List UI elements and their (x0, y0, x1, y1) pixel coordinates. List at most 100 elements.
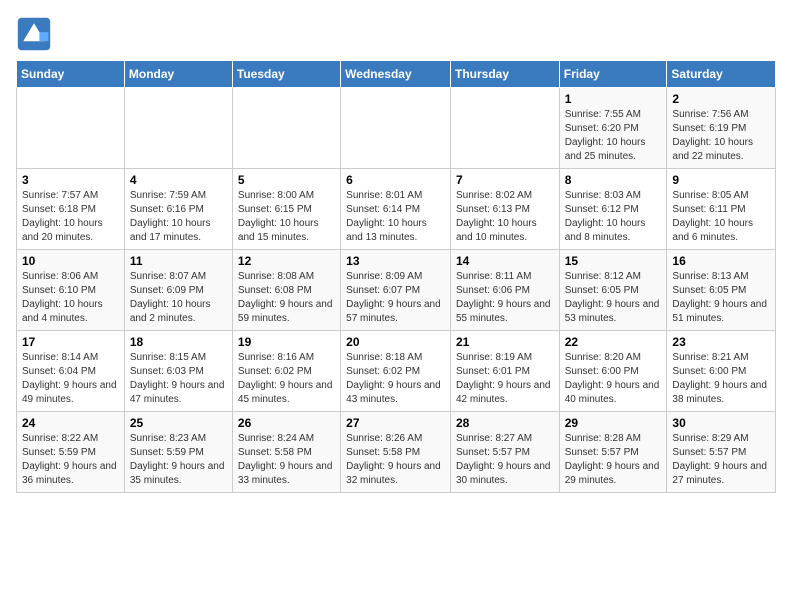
day-cell (124, 88, 232, 169)
day-number: 30 (672, 416, 770, 430)
day-cell: 21Sunrise: 8:19 AM Sunset: 6:01 PM Dayli… (450, 331, 559, 412)
day-info: Sunrise: 7:57 AM Sunset: 6:18 PM Dayligh… (22, 189, 119, 245)
day-info: Sunrise: 8:18 AM Sunset: 6:02 PM Dayligh… (346, 351, 445, 407)
day-info: Sunrise: 8:01 AM Sunset: 6:14 PM Dayligh… (346, 189, 445, 245)
week-row-3: 10 Sunrise: 8:06 AM Sunset: 6:10 PM Dayli… (17, 250, 776, 331)
day-cell: 2 Sunrise: 7:56 AM Sunset: 6:19 PM Daylig… (667, 88, 776, 169)
day-cell (232, 88, 340, 169)
day-info: Sunrise: 8:09 AM Sunset: 6:07 PM Dayligh… (346, 270, 445, 326)
week-row-2: 3 Sunrise: 7:57 AM Sunset: 6:18 PM Daylig… (17, 169, 776, 250)
day-number: 29 (565, 416, 662, 430)
day-number: 7 (456, 173, 554, 187)
day-info: Sunrise: 8:21 AM Sunset: 6:00 PM Dayligh… (672, 351, 770, 407)
day-cell: 3 Sunrise: 7:57 AM Sunset: 6:18 PM Daylig… (17, 169, 125, 250)
day-info: Sunrise: 8:08 AM Sunset: 6:08 PM Dayligh… (238, 270, 335, 326)
day-number: 27 (346, 416, 445, 430)
day-cell: 9 Sunrise: 8:05 AM Sunset: 6:11 PM Daylig… (667, 169, 776, 250)
day-info: Sunrise: 8:06 AM Sunset: 6:10 PM Dayligh… (22, 270, 119, 326)
day-cell: 4 Sunrise: 7:59 AM Sunset: 6:16 PM Daylig… (124, 169, 232, 250)
day-info: Sunrise: 8:15 AM Sunset: 6:03 PM Dayligh… (130, 351, 227, 407)
logo (16, 16, 56, 52)
day-cell: 20 Sunrise: 8:18 AM Sunset: 6:02 PM Dayli… (341, 331, 451, 412)
day-info: Sunrise: 8:24 AM Sunset: 5:58 PM Dayligh… (238, 432, 335, 488)
day-info: Sunrise: 8:26 AM Sunset: 5:58 PM Dayligh… (346, 432, 445, 488)
day-number: 12 (238, 254, 335, 268)
day-info: Sunrise: 7:55 AM Sunset: 6:20 PM Dayligh… (565, 108, 662, 164)
day-number: 18 (130, 335, 227, 349)
day-info: Sunrise: 8:27 AM Sunset: 5:57 PM Dayligh… (456, 432, 554, 488)
day-cell: 7 Sunrise: 8:02 AM Sunset: 6:13 PM Daylig… (450, 169, 559, 250)
calendar-table: SundayMondayTuesdayWednesdayThursdayFrid… (16, 60, 776, 493)
header-friday: Friday (559, 61, 667, 88)
day-number: 4 (130, 173, 227, 187)
day-number: 22 (565, 335, 662, 349)
header-monday: Monday (124, 61, 232, 88)
day-number: 24 (22, 416, 119, 430)
day-cell: 17 Sunrise: 8:14 AM Sunset: 6:04 PM Dayli… (17, 331, 125, 412)
day-info: Sunrise: 8:02 AM Sunset: 6:13 PM Dayligh… (456, 189, 554, 245)
day-number: 14 (456, 254, 554, 268)
day-cell: 30 Sunrise: 8:29 AM Sunset: 5:57 PM Dayli… (667, 412, 776, 493)
day-cell: 18 Sunrise: 8:15 AM Sunset: 6:03 PM Dayli… (124, 331, 232, 412)
day-cell: 1 Sunrise: 7:55 AM Sunset: 6:20 PM Daylig… (559, 88, 667, 169)
day-number: 10 (22, 254, 119, 268)
day-number: 5 (238, 173, 335, 187)
header-row: SundayMondayTuesdayWednesdayThursdayFrid… (17, 61, 776, 88)
day-number: 2 (672, 92, 770, 106)
day-info: Sunrise: 8:13 AM Sunset: 6:05 PM Dayligh… (672, 270, 770, 326)
header-sunday: Sunday (17, 61, 125, 88)
day-info: Sunrise: 8:12 AM Sunset: 6:05 PM Dayligh… (565, 270, 662, 326)
day-cell: 29Sunrise: 8:28 AM Sunset: 5:57 PM Dayli… (559, 412, 667, 493)
day-number: 17 (22, 335, 119, 349)
day-info: Sunrise: 8:11 AM Sunset: 6:06 PM Dayligh… (456, 270, 554, 326)
header-wednesday: Wednesday (341, 61, 451, 88)
logo-icon (16, 16, 52, 52)
day-info: Sunrise: 8:29 AM Sunset: 5:57 PM Dayligh… (672, 432, 770, 488)
day-cell: 8 Sunrise: 8:03 AM Sunset: 6:12 PM Daylig… (559, 169, 667, 250)
header-thursday: Thursday (450, 61, 559, 88)
day-cell (17, 88, 125, 169)
day-cell: 19 Sunrise: 8:16 AM Sunset: 6:02 PM Dayli… (232, 331, 340, 412)
day-info: Sunrise: 8:16 AM Sunset: 6:02 PM Dayligh… (238, 351, 335, 407)
day-cell: 25Sunrise: 8:23 AM Sunset: 5:59 PM Dayli… (124, 412, 232, 493)
day-cell: 28 Sunrise: 8:27 AM Sunset: 5:57 PM Dayli… (450, 412, 559, 493)
day-number: 15 (565, 254, 662, 268)
day-info: Sunrise: 8:20 AM Sunset: 6:00 PM Dayligh… (565, 351, 662, 407)
day-number: 9 (672, 173, 770, 187)
day-number: 21 (456, 335, 554, 349)
day-info: Sunrise: 8:05 AM Sunset: 6:11 PM Dayligh… (672, 189, 770, 245)
day-info: Sunrise: 8:00 AM Sunset: 6:15 PM Dayligh… (238, 189, 335, 245)
day-cell: 10 Sunrise: 8:06 AM Sunset: 6:10 PM Dayli… (17, 250, 125, 331)
day-info: Sunrise: 7:59 AM Sunset: 6:16 PM Dayligh… (130, 189, 227, 245)
day-number: 3 (22, 173, 119, 187)
day-number: 20 (346, 335, 445, 349)
day-cell: 22 Sunrise: 8:20 AM Sunset: 6:00 PM Dayli… (559, 331, 667, 412)
day-cell: 26 Sunrise: 8:24 AM Sunset: 5:58 PM Dayli… (232, 412, 340, 493)
day-cell: 23Sunrise: 8:21 AM Sunset: 6:00 PM Dayli… (667, 331, 776, 412)
day-cell: 24Sunrise: 8:22 AM Sunset: 5:59 PM Dayli… (17, 412, 125, 493)
page-header (16, 16, 776, 52)
day-info: Sunrise: 8:23 AM Sunset: 5:59 PM Dayligh… (130, 432, 227, 488)
day-info: Sunrise: 8:14 AM Sunset: 6:04 PM Dayligh… (22, 351, 119, 407)
day-info: Sunrise: 8:03 AM Sunset: 6:12 PM Dayligh… (565, 189, 662, 245)
day-number: 1 (565, 92, 662, 106)
week-row-5: 24Sunrise: 8:22 AM Sunset: 5:59 PM Dayli… (17, 412, 776, 493)
day-cell: 16Sunrise: 8:13 AM Sunset: 6:05 PM Dayli… (667, 250, 776, 331)
day-number: 8 (565, 173, 662, 187)
day-info: Sunrise: 7:56 AM Sunset: 6:19 PM Dayligh… (672, 108, 770, 164)
day-cell: 6Sunrise: 8:01 AM Sunset: 6:14 PM Daylig… (341, 169, 451, 250)
day-number: 19 (238, 335, 335, 349)
day-cell: 11 Sunrise: 8:07 AM Sunset: 6:09 PM Dayli… (124, 250, 232, 331)
header-tuesday: Tuesday (232, 61, 340, 88)
day-info: Sunrise: 8:07 AM Sunset: 6:09 PM Dayligh… (130, 270, 227, 326)
day-cell (450, 88, 559, 169)
day-number: 26 (238, 416, 335, 430)
day-number: 11 (130, 254, 227, 268)
day-number: 13 (346, 254, 445, 268)
week-row-4: 17 Sunrise: 8:14 AM Sunset: 6:04 PM Dayli… (17, 331, 776, 412)
day-cell: 12 Sunrise: 8:08 AM Sunset: 6:08 PM Dayli… (232, 250, 340, 331)
header-saturday: Saturday (667, 61, 776, 88)
day-cell: 14 Sunrise: 8:11 AM Sunset: 6:06 PM Dayli… (450, 250, 559, 331)
day-cell: 13 Sunrise: 8:09 AM Sunset: 6:07 PM Dayli… (341, 250, 451, 331)
day-number: 28 (456, 416, 554, 430)
